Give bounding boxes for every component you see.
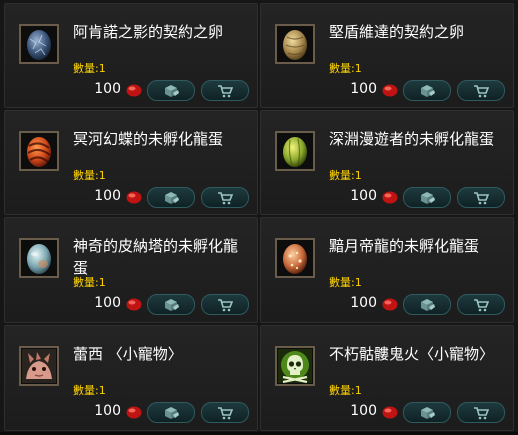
red-gem-icon <box>126 84 142 97</box>
green-skull-icon[interactable] <box>275 346 315 386</box>
item-quantity: 數量:1 <box>73 169 106 182</box>
gift-icon <box>165 84 179 97</box>
shop-item-card: 堅盾維達的契約之卵 數量:1 100 <box>260 3 514 108</box>
cart-icon <box>474 298 489 311</box>
cart-icon <box>218 298 233 311</box>
item-quantity: 數量:1 <box>73 276 106 289</box>
red-gem-icon <box>126 191 142 204</box>
red-gem-icon <box>382 406 398 419</box>
item-quantity: 數量:1 <box>329 276 362 289</box>
cart-icon <box>474 191 489 204</box>
gift-button[interactable] <box>403 80 451 101</box>
gift-button[interactable] <box>147 80 195 101</box>
gift-button[interactable] <box>403 402 451 423</box>
egg-pale-blue-icon[interactable] <box>19 238 59 278</box>
item-price: 100 <box>94 81 121 97</box>
shop-item-card: 蕾西 〈小寵物〉 數量:1 100 <box>4 325 258 431</box>
item-price: 100 <box>94 188 121 204</box>
pink-creature-icon[interactable] <box>19 346 59 386</box>
shop-item-card: 神奇的皮納塔的未孵化龍蛋 數量:1 100 <box>4 217 258 323</box>
item-price: 100 <box>350 403 377 419</box>
gift-button[interactable] <box>147 294 195 315</box>
cart-button[interactable] <box>201 187 249 208</box>
item-price: 100 <box>94 295 121 311</box>
shop-panel: 阿肯諾之影的契約之卵 數量:1 100 堅盾維達的契約之卵 數量:1 100 冥… <box>0 0 518 435</box>
shop-item-card: 阿肯諾之影的契約之卵 數量:1 100 <box>4 3 258 108</box>
egg-orange-swirl-icon[interactable] <box>19 131 59 171</box>
item-name: 蕾西 〈小寵物〉 <box>73 345 183 363</box>
item-name: 黯月帝龍的未孵化龍蛋 <box>329 237 480 255</box>
cart-button[interactable] <box>201 80 249 101</box>
item-name: 阿肯諾之影的契約之卵 <box>73 23 224 41</box>
cart-button[interactable] <box>201 402 249 423</box>
gift-button[interactable] <box>403 294 451 315</box>
shop-item-grid: 阿肯諾之影的契約之卵 數量:1 100 堅盾維達的契約之卵 數量:1 100 冥… <box>4 3 514 431</box>
red-gem-icon <box>382 191 398 204</box>
item-price: 100 <box>350 188 377 204</box>
red-gem-icon <box>126 406 142 419</box>
gift-icon <box>421 191 435 204</box>
item-quantity: 數量:1 <box>73 384 106 397</box>
cart-icon <box>218 84 233 97</box>
gift-icon <box>165 406 179 419</box>
item-price: 100 <box>350 81 377 97</box>
egg-green-icon[interactable] <box>275 131 315 171</box>
gift-button[interactable] <box>147 402 195 423</box>
cart-button[interactable] <box>201 294 249 315</box>
item-price: 100 <box>94 403 121 419</box>
gift-button[interactable] <box>403 187 451 208</box>
egg-speckled-orange-icon[interactable] <box>275 238 315 278</box>
shop-item-card: 冥河幻蝶的未孵化龍蛋 數量:1 100 <box>4 110 258 215</box>
item-name: 冥河幻蝶的未孵化龍蛋 <box>73 130 224 148</box>
shop-item-card: 深淵漫遊者的未孵化龍蛋 數量:1 100 <box>260 110 514 215</box>
cart-icon <box>218 191 233 204</box>
red-gem-icon <box>126 298 142 311</box>
cart-button[interactable] <box>457 402 505 423</box>
item-quantity: 數量:1 <box>329 384 362 397</box>
gift-button[interactable] <box>147 187 195 208</box>
cart-button[interactable] <box>457 80 505 101</box>
egg-blue-dark-icon[interactable] <box>19 24 59 64</box>
red-gem-icon <box>382 298 398 311</box>
cart-icon <box>474 406 489 419</box>
cart-button[interactable] <box>457 187 505 208</box>
item-quantity: 數量:1 <box>329 169 362 182</box>
item-quantity: 數量:1 <box>329 62 362 75</box>
item-name: 深淵漫遊者的未孵化龍蛋 <box>329 130 495 148</box>
cart-icon <box>218 406 233 419</box>
gift-icon <box>165 191 179 204</box>
item-price: 100 <box>350 295 377 311</box>
gift-icon <box>421 84 435 97</box>
gift-icon <box>165 298 179 311</box>
egg-golden-icon[interactable] <box>275 24 315 64</box>
item-name: 神奇的皮納塔的未孵化龍蛋 <box>73 237 239 277</box>
shop-item-card: 黯月帝龍的未孵化龍蛋 數量:1 100 <box>260 217 514 323</box>
red-gem-icon <box>382 84 398 97</box>
gift-icon <box>421 406 435 419</box>
cart-button[interactable] <box>457 294 505 315</box>
gift-icon <box>421 298 435 311</box>
shop-item-card: 不朽骷髏鬼火〈小寵物〉 數量:1 100 <box>260 325 514 431</box>
item-name: 不朽骷髏鬼火〈小寵物〉 <box>329 345 495 363</box>
item-quantity: 數量:1 <box>73 62 106 75</box>
cart-icon <box>474 84 489 97</box>
item-name: 堅盾維達的契約之卵 <box>329 23 465 41</box>
